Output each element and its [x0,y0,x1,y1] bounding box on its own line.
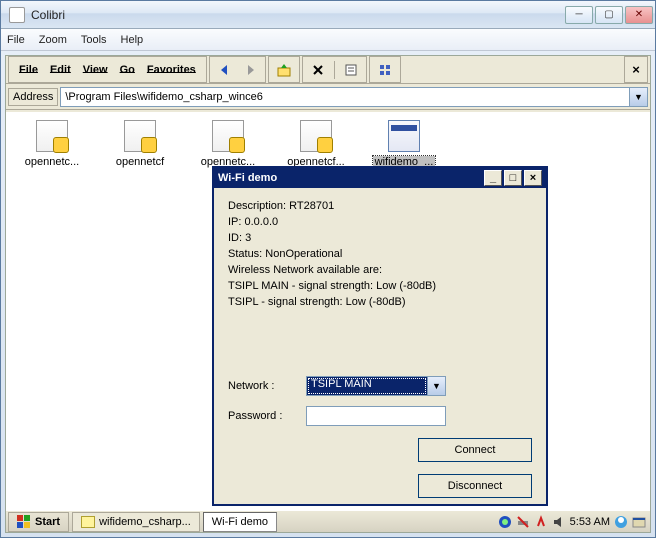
wifi-title-text: Wi-Fi demo [218,172,482,184]
outer-menubar: File Zoom Tools Help [1,29,655,51]
ce-menu-file[interactable]: File [13,62,44,78]
taskbar-item-label: wifidemo_csharp... [99,516,191,528]
tray-msn-icon[interactable] [614,515,628,529]
network-selected-value: TSIPL MAIN [307,377,427,395]
file-item[interactable]: opennetc... [18,120,86,168]
taskbar: Start wifidemo_csharp... Wi-Fi demo 5:53… [6,510,650,532]
ce-menu-go[interactable]: Go [114,62,141,78]
wifi-description: Description: RT28701 [228,198,532,214]
file-item[interactable]: wifidemo_... [370,120,438,168]
password-row: Password : [228,406,532,426]
taskbar-item-explorer[interactable]: wifidemo_csharp... [72,512,200,532]
ce-menu-favorites[interactable]: Favorites [141,62,202,78]
wifi-demo-window: Wi-Fi demo _ □ × Description: RT28701 IP… [212,166,548,506]
outer-window: Colibri ─ ▢ ✕ File Zoom Tools Help File … [0,0,656,538]
disconnect-button[interactable]: Disconnect [418,474,532,498]
tray-volume-icon[interactable] [552,515,566,529]
wifi-close-button[interactable]: × [524,170,542,186]
taskbar-item-label: Wi-Fi demo [212,516,268,528]
tray-disconnect-icon[interactable] [516,515,530,529]
password-input[interactable] [306,406,446,426]
menu-zoom[interactable]: Zoom [39,34,67,46]
dll-icon [124,120,156,152]
wifi-ip: IP: 0.0.0.0 [228,214,532,230]
maximize-button[interactable]: ▢ [595,6,623,24]
delete-button[interactable] [307,60,329,80]
dll-icon [212,120,244,152]
folder-toolbar [268,56,300,83]
file-item[interactable]: opennetc... [194,120,262,168]
views-button[interactable] [374,60,396,80]
password-label: Password : [228,410,306,422]
tray-show-desktop-icon[interactable] [632,515,646,529]
explorer-menu: File Edit View Go Favorites [8,56,207,83]
wifi-network-1: TSIPL MAIN - signal strength: Low (-80dB… [228,278,532,294]
edit-toolbar [302,56,367,83]
wifi-network-2: TSIPL - signal strength: Low (-80dB) [228,294,532,310]
windows-flag-icon [17,515,31,529]
taskbar-item-wifi[interactable]: Wi-Fi demo [203,512,277,532]
nav-toolbar [209,56,266,83]
close-button[interactable]: ✕ [625,6,653,24]
wifi-status: Status: NonOperational [228,246,532,262]
explorer-toolbar: File Edit View Go Favorites × [6,56,650,84]
wifi-titlebar[interactable]: Wi-Fi demo _ □ × [214,168,546,188]
file-label: opennetc... [25,156,79,168]
ce-menu-view[interactable]: View [77,62,114,78]
network-dropdown-button[interactable]: ▼ [427,377,445,395]
folder-icon [81,516,95,528]
start-button[interactable]: Start [8,512,69,532]
wifi-available-header: Wireless Network available are: [228,262,532,278]
application-icon [388,120,420,152]
up-folder-button[interactable] [273,60,295,80]
window-title: Colibri [31,8,565,22]
file-label: opennetcf [116,156,164,168]
view-toolbar [369,56,401,83]
properties-button[interactable] [340,60,362,80]
dll-icon [300,120,332,152]
connect-button[interactable]: Connect [418,438,532,462]
system-tray: 5:53 AM [494,515,650,529]
forward-button[interactable] [239,60,261,80]
tray-clock[interactable]: 5:53 AM [570,516,610,528]
dll-icon [36,120,68,152]
menu-tools[interactable]: Tools [81,34,107,46]
address-bar: Address ▼ [6,84,650,110]
ce-menu-edit[interactable]: Edit [44,62,77,78]
address-label: Address [8,88,58,106]
tray-wireless-icon[interactable] [534,515,548,529]
menu-help[interactable]: Help [121,34,144,46]
minimize-button[interactable]: ─ [565,6,593,24]
start-label: Start [35,516,60,528]
wifi-maximize-button[interactable]: □ [504,170,522,186]
explorer-close-button[interactable]: × [624,56,648,83]
wince-desktop: File Edit View Go Favorites × [5,55,651,533]
wifi-body: Description: RT28701 IP: 0.0.0.0 ID: 3 S… [214,188,546,508]
menu-file[interactable]: File [7,34,25,46]
file-item[interactable]: opennetcf... [282,120,350,168]
wifi-id: ID: 3 [228,230,532,246]
network-combobox[interactable]: TSIPL MAIN ▼ [306,376,446,396]
address-field-wrap: ▼ [60,87,648,107]
network-row: Network : TSIPL MAIN ▼ [228,376,532,396]
address-input[interactable] [61,91,629,103]
app-icon [9,7,25,23]
address-dropdown-button[interactable]: ▼ [629,88,647,106]
wifi-minimize-button[interactable]: _ [484,170,502,186]
back-button[interactable] [214,60,236,80]
outer-titlebar: Colibri ─ ▢ ✕ [1,1,655,29]
network-label: Network : [228,380,306,392]
file-item[interactable]: opennetcf [106,120,174,168]
tray-network-icon[interactable] [498,515,512,529]
